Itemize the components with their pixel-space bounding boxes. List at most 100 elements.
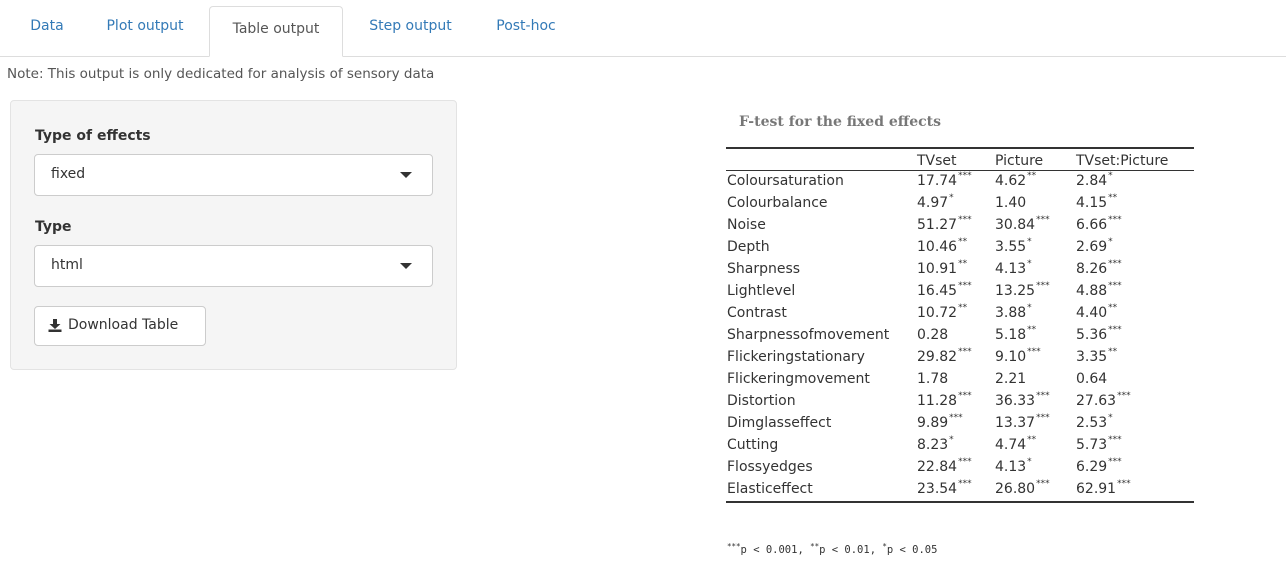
analysis-note: Note: This output is only dedicated for … <box>7 66 435 82</box>
table-cell: 0.64 <box>1076 371 1108 387</box>
table-body: Coloursaturation 17.74*** 4.62** 2.84* Colou… <box>726 171 1194 501</box>
table-caption: F-test for the fixed effects <box>739 114 942 130</box>
table-row: Flossyedges 22.84*** 4.13* 6.29*** <box>726 457 1194 479</box>
row-label: Sharpnessofmovement <box>727 327 890 343</box>
significance-stars: *** <box>1036 215 1050 225</box>
table-cell: 9.10*** <box>995 347 1041 365</box>
significance-stars: * <box>1108 413 1113 423</box>
row-label: Dimglasseffect <box>727 415 832 431</box>
table-row: Depth 10.46** 3.55* 2.69* <box>726 237 1194 259</box>
table-row: Dimglasseffect 9.89*** 13.37*** 2.53* <box>726 413 1194 435</box>
table-cell: 6.66*** <box>1076 215 1122 233</box>
table-cell: 10.91** <box>917 259 967 277</box>
significance-stars: *** <box>1108 435 1122 445</box>
row-label: Flossyedges <box>727 459 813 475</box>
table-cell: 10.46** <box>917 237 967 255</box>
table-cell: 3.88* <box>995 303 1032 321</box>
row-label: Flickeringmovement <box>727 371 870 387</box>
table-row: Coloursaturation 17.74*** 4.62** 2.84* <box>726 171 1194 193</box>
f-value: 17.74 <box>917 173 958 189</box>
significance-stars: * <box>1108 237 1113 247</box>
table-cell: 5.36*** <box>1076 325 1122 343</box>
f-value: 51.27 <box>917 217 958 233</box>
table-cell: 11.28*** <box>917 391 972 409</box>
footnote-text: p < 0.001, <box>740 544 811 556</box>
download-table-label: Download Table <box>68 317 179 333</box>
f-value: 1.78 <box>917 371 949 387</box>
significance-stars: ** <box>958 303 968 313</box>
significance-stars: *** <box>958 215 972 225</box>
significance-stars: *** <box>1108 215 1122 225</box>
f-value: 10.91 <box>917 261 958 277</box>
table-cell: 9.89*** <box>917 413 963 431</box>
table-cell: 4.62** <box>995 171 1037 189</box>
f-value: 6.29 <box>1076 459 1108 475</box>
significance-stars: *** <box>1117 479 1131 489</box>
f-value: 8.26 <box>1076 261 1108 277</box>
table-cell: 3.55* <box>995 237 1032 255</box>
footnote-stars: ** <box>810 542 820 551</box>
table-cell: 4.13* <box>995 259 1032 277</box>
f-value: 27.63 <box>1076 393 1117 409</box>
table-cell: 26.80*** <box>995 479 1050 497</box>
significance-stars: * <box>949 435 954 445</box>
table-row: Sharpnessofmovement 0.28 5.18** 5.36*** <box>726 325 1194 347</box>
download-table-button[interactable]: Download Table <box>34 306 206 346</box>
significance-stars: ** <box>1027 435 1037 445</box>
table-row: Colourbalance 4.97* 1.40 4.15** <box>726 193 1194 215</box>
f-value: 62.91 <box>1076 481 1117 497</box>
effects-type-select[interactable]: fixed <box>34 154 433 196</box>
table-cell: 36.33*** <box>995 391 1050 409</box>
table-cell: 17.74*** <box>917 171 972 189</box>
f-value: 2.21 <box>995 371 1027 387</box>
output-type-select[interactable]: html <box>34 245 433 287</box>
row-label: Noise <box>727 217 766 233</box>
download-icon <box>48 319 62 336</box>
table-row: Distortion 11.28*** 36.33*** 27.63*** <box>726 391 1194 413</box>
row-label: Depth <box>727 239 770 255</box>
significance-stars: ** <box>1027 325 1037 335</box>
tab-step-output[interactable]: Step output <box>351 0 470 56</box>
table-row: Flickeringmovement 1.78 2.21 0.64 <box>726 369 1194 391</box>
tab-post-hoc[interactable]: Post-hoc <box>477 0 575 56</box>
tab-data[interactable]: Data <box>16 0 78 56</box>
significance-stars: *** <box>958 479 972 489</box>
f-value: 4.15 <box>1076 195 1108 211</box>
significance-stars: ** <box>1027 171 1037 181</box>
significance-stars: *** <box>949 413 963 423</box>
output-type-label: Type <box>35 219 72 235</box>
significance-stars: * <box>1027 259 1032 269</box>
f-value: 29.82 <box>917 349 958 365</box>
significance-stars: *** <box>958 391 972 401</box>
chevron-down-icon <box>400 172 412 178</box>
table-row: Elasticeffect 23.54*** 26.80*** 62.91*** <box>726 479 1194 501</box>
table-cell: 2.53* <box>1076 413 1113 431</box>
tab-plot-output[interactable]: Plot output <box>88 0 202 56</box>
significance-stars: *** <box>1108 325 1122 335</box>
row-label: Cutting <box>727 437 779 453</box>
table-cell: 4.97* <box>917 193 954 211</box>
table-row: Sharpness 10.91** 4.13* 8.26*** <box>726 259 1194 281</box>
table-cell: 5.18** <box>995 325 1037 343</box>
f-value: 23.54 <box>917 481 958 497</box>
f-value: 2.53 <box>1076 415 1108 431</box>
table-cell: 2.21 <box>995 371 1027 387</box>
f-value: 9.89 <box>917 415 949 431</box>
significance-stars: ** <box>1108 303 1118 313</box>
significance-footnote: ***p < 0.001, **p < 0.01, *p < 0.05 <box>727 542 937 556</box>
significance-stars: *** <box>1117 391 1131 401</box>
footnote-stars: * <box>882 542 887 551</box>
tab-table-output[interactable]: Table output <box>209 6 343 57</box>
f-value: 8.23 <box>917 437 949 453</box>
f-test-table: TVset Picture TVset:Picture Coloursatura… <box>726 147 1194 503</box>
table-cell: 4.74** <box>995 435 1037 453</box>
f-value: 3.55 <box>995 239 1027 255</box>
table-cell: 0.28 <box>917 327 949 343</box>
table-row: Contrast 10.72** 3.88* 4.40** <box>726 303 1194 325</box>
f-value: 1.40 <box>995 195 1027 211</box>
significance-stars: *** <box>958 347 972 357</box>
f-value: 3.88 <box>995 305 1027 321</box>
table-cell: 4.13* <box>995 457 1032 475</box>
f-value: 22.84 <box>917 459 958 475</box>
f-value: 4.62 <box>995 173 1027 189</box>
